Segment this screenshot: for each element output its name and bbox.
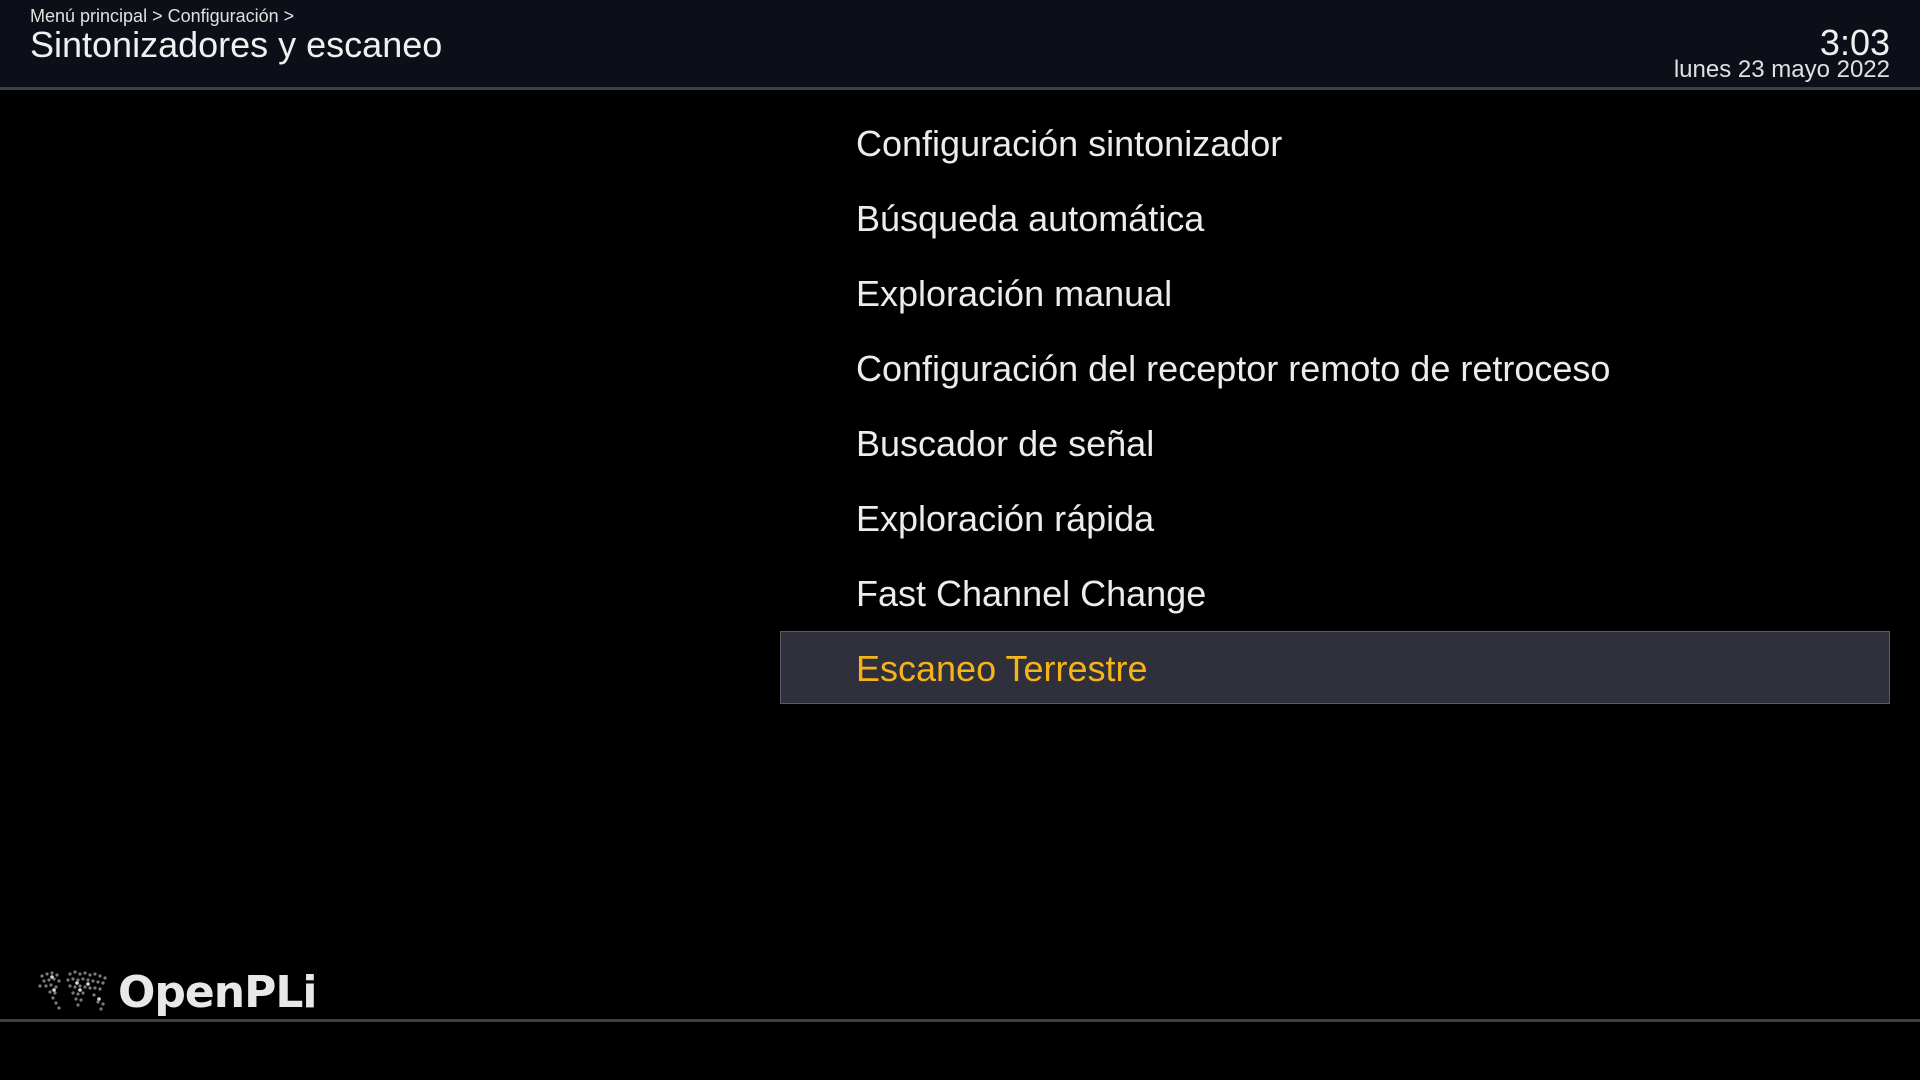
menu-list: Configuración sintonizador Búsqueda auto… xyxy=(780,106,1890,706)
header-bar: Menú principal > Configuración > Sintoni… xyxy=(0,0,1920,90)
menu-item-escaneo-terrestre[interactable]: Escaneo Terrestre xyxy=(780,631,1890,704)
menu-item-configuracion-sintonizador[interactable]: Configuración sintonizador xyxy=(780,106,1890,179)
clock-date: lunes 23 mayo 2022 xyxy=(1673,56,1890,83)
menu-item-receptor-remoto-retroceso[interactable]: Configuración del receptor remoto de ret… xyxy=(780,331,1890,404)
openpli-logo: OpenPLi xyxy=(32,964,317,1020)
screen: Menú principal > Configuración > Sintoni… xyxy=(0,0,1920,1080)
menu-item-buscador-de-senal[interactable]: Buscador de señal xyxy=(780,406,1890,479)
logo-text: OpenPLi xyxy=(118,966,317,1018)
page-title: Sintonizadores y escaneo xyxy=(30,24,443,65)
footer-bar xyxy=(0,1022,1920,1080)
menu-item-fast-channel-change[interactable]: Fast Channel Change xyxy=(780,556,1890,629)
menu-item-exploracion-rapida[interactable]: Exploración rápida xyxy=(780,481,1890,554)
menu-item-busqueda-automatica[interactable]: Búsqueda automática xyxy=(780,181,1890,254)
world-map-dots-icon xyxy=(38,970,107,1011)
menu-item-exploracion-manual[interactable]: Exploración manual xyxy=(780,256,1890,329)
